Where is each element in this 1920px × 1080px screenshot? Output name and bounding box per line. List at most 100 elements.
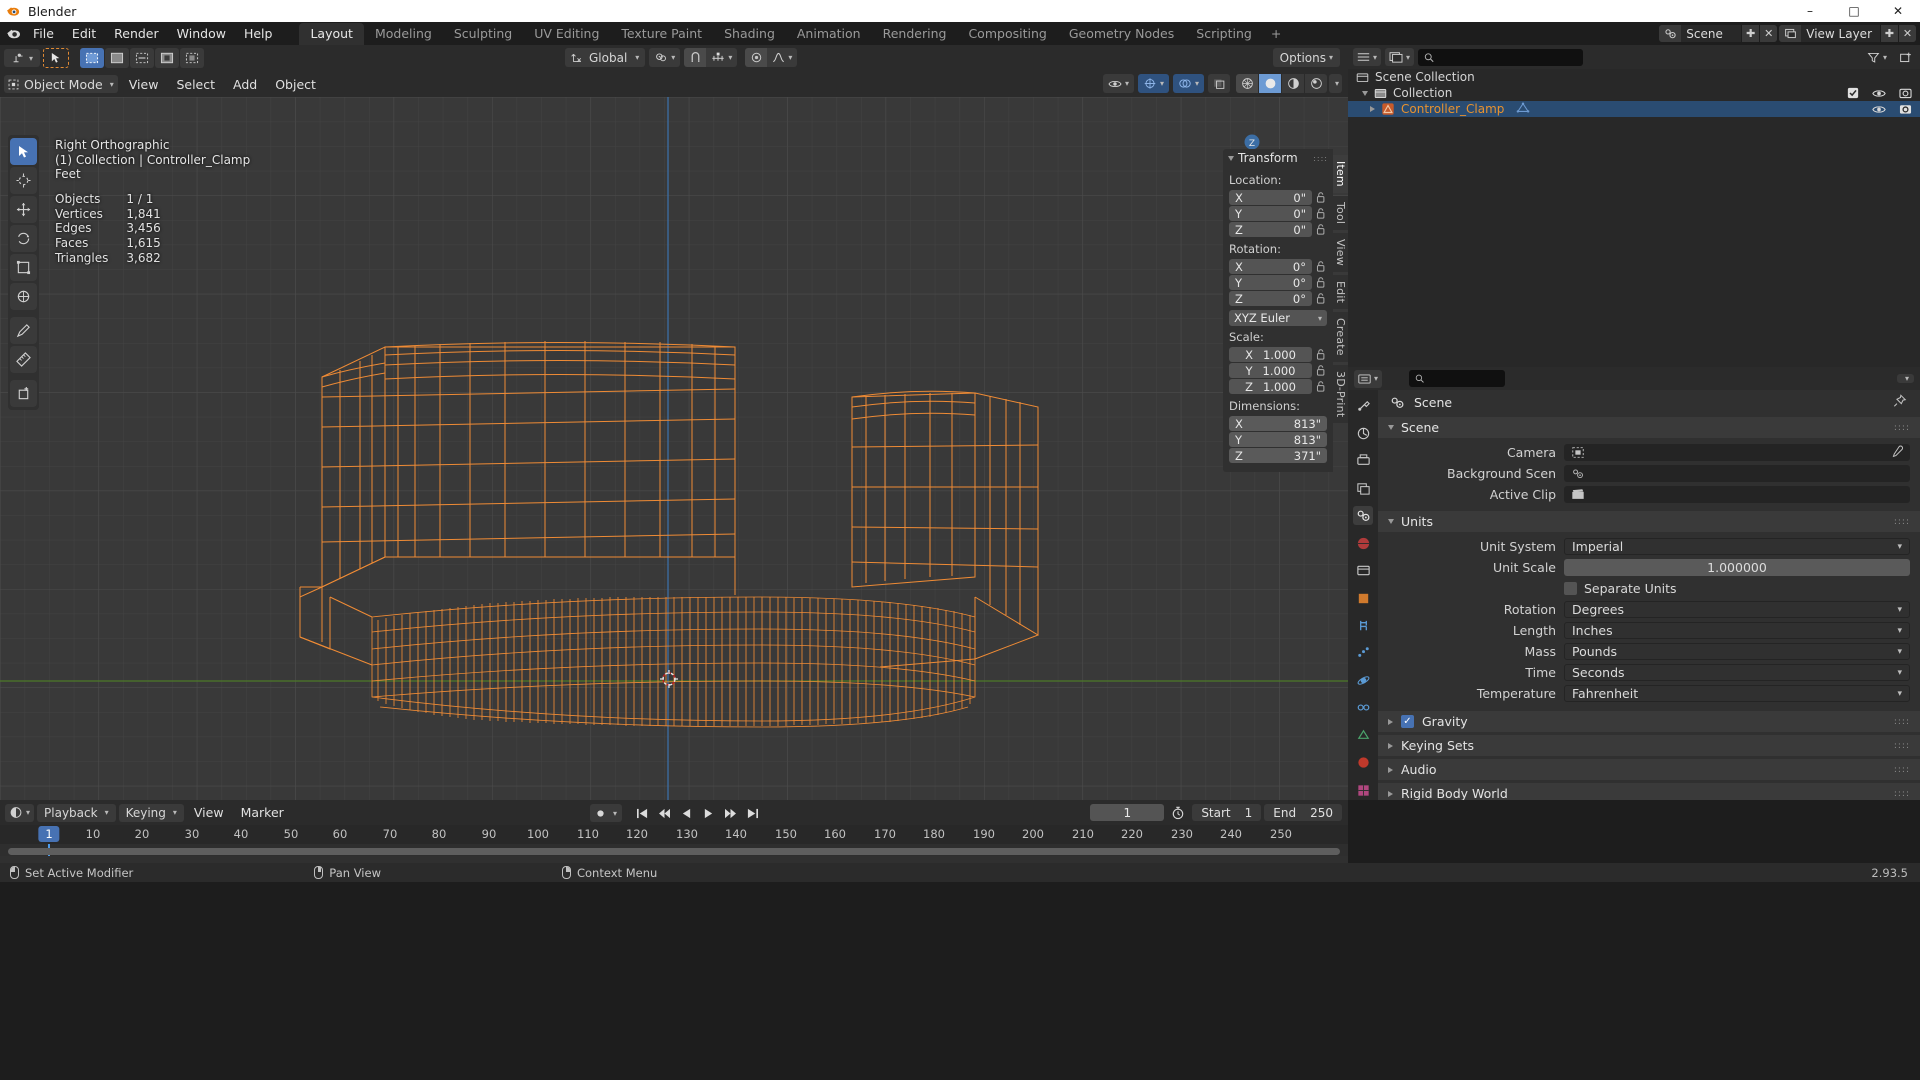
sidebar-tab-create[interactable]: Create	[1333, 312, 1348, 362]
shading-rendered-icon[interactable]	[1305, 74, 1327, 93]
rotation-x-field[interactable]: X0°	[1229, 259, 1312, 274]
outliner-row-controller-clamp[interactable]: Controller_Clamp	[1348, 101, 1920, 117]
gizmo-toggle[interactable]: ▾	[1138, 74, 1169, 93]
collection-expand-arrow-icon[interactable]	[1362, 91, 1368, 96]
properties-tab-data[interactable]	[1353, 726, 1373, 745]
pivot-point-dropdown[interactable]: ▾	[649, 48, 680, 67]
outliner-row-collection[interactable]: Collection	[1348, 85, 1920, 101]
outliner-new-collection-icon[interactable]	[1895, 48, 1915, 66]
sidebar-tab-edit[interactable]: Edit	[1333, 275, 1348, 309]
scale-z-field[interactable]: Z1.000	[1229, 379, 1312, 394]
workspace-tab-shading[interactable]: Shading	[713, 23, 786, 45]
viewport-menu-select[interactable]: Select	[169, 76, 222, 93]
lock-rotation-z-icon[interactable]	[1316, 292, 1327, 305]
menu-help[interactable]: Help	[235, 24, 282, 44]
previous-keyframe-button[interactable]	[654, 804, 674, 822]
prop-value-time[interactable]: Seconds▾	[1564, 664, 1910, 681]
properties-options-dropdown[interactable]: ▾	[1897, 374, 1914, 383]
use-preview-range-icon[interactable]	[1167, 804, 1189, 821]
timeline-editor-type-icon[interactable]: ▾	[5, 804, 34, 822]
properties-tab-scene[interactable]	[1353, 506, 1373, 525]
viewport-menu-add[interactable]: Add	[226, 76, 264, 93]
xray-toggle[interactable]	[1208, 74, 1230, 93]
shading-material-icon[interactable]	[1282, 74, 1304, 93]
dimensions-x-field[interactable]: X813"	[1229, 416, 1327, 431]
active-tool-icon[interactable]: ▾	[4, 49, 40, 67]
visibility-dropdown[interactable]: ▾	[1103, 74, 1134, 93]
properties-tab-particles[interactable]	[1353, 643, 1373, 662]
outliner-filter-icon[interactable]: ▾	[1863, 48, 1891, 66]
viewport-menu-view[interactable]: View	[122, 76, 166, 93]
tool-cursor[interactable]	[10, 167, 37, 194]
select-subtract-icon[interactable]	[130, 48, 154, 68]
location-z-field[interactable]: Z0"	[1229, 222, 1312, 237]
timeline-menu-marker[interactable]: Marker	[234, 804, 291, 821]
minimize-button[interactable]: –	[1788, 0, 1832, 22]
location-x-field[interactable]: X0"	[1229, 190, 1312, 205]
properties-tab-world[interactable]	[1353, 533, 1373, 552]
timeline-menu-playback[interactable]: Playback▾	[37, 804, 116, 822]
panel-header-keying-sets[interactable]: Keying Sets ::::	[1378, 735, 1920, 756]
tool-scale[interactable]	[10, 254, 37, 281]
proportional-editing-icon[interactable]	[745, 48, 767, 67]
lock-scale-x-icon[interactable]	[1316, 348, 1327, 361]
jump-to-start-button[interactable]	[632, 804, 652, 822]
workspace-tab-scripting[interactable]: Scripting	[1185, 23, 1263, 45]
menu-window[interactable]: Window	[168, 24, 235, 44]
frame-end-field[interactable]: End 250	[1264, 804, 1342, 821]
workspace-tab-sculpting[interactable]: Sculpting	[443, 23, 523, 45]
snap-options-dropdown[interactable]: ▾	[706, 48, 737, 67]
tool-measure[interactable]	[10, 346, 37, 373]
properties-editor-type-icon[interactable]: ▾	[1354, 370, 1382, 388]
new-scene-button[interactable]: ✚	[1741, 25, 1759, 42]
checkbox-icon[interactable]	[1847, 87, 1859, 99]
tool-transform[interactable]	[10, 283, 37, 310]
workspace-tab-layout[interactable]: Layout	[299, 23, 364, 45]
new-view-layer-button[interactable]: ✚	[1880, 25, 1898, 42]
tool-annotate[interactable]	[10, 317, 37, 344]
properties-tab-object[interactable]	[1353, 588, 1373, 607]
properties-tab-physics[interactable]	[1353, 671, 1373, 690]
lock-rotation-x-icon[interactable]	[1316, 260, 1327, 273]
lock-location-z-icon[interactable]	[1316, 223, 1327, 236]
transform-orientation-dropdown[interactable]: Global ▾	[565, 48, 645, 67]
timeline-menu-keying[interactable]: Keying▾	[119, 804, 184, 822]
viewport-menu-object[interactable]: Object	[268, 76, 323, 93]
shading-options-dropdown[interactable]: ▾	[1329, 74, 1342, 93]
panel-header-audio[interactable]: Audio ::::	[1378, 759, 1920, 780]
prop-value-camera[interactable]	[1564, 444, 1910, 461]
timeline-body[interactable]	[0, 844, 1348, 856]
lock-rotation-y-icon[interactable]	[1316, 276, 1327, 289]
workspace-tab-texture-paint[interactable]: Texture Paint	[610, 23, 713, 45]
tool-rotate[interactable]	[10, 225, 37, 252]
shading-solid-icon[interactable]	[1259, 74, 1281, 93]
rotation-z-field[interactable]: Z0°	[1229, 291, 1312, 306]
view-layer-selector[interactable]: View Layer ✚ ✕	[1779, 25, 1916, 42]
select-mode-tweak[interactable]	[43, 48, 69, 68]
outliner-display-mode-dropdown[interactable]: ▾	[1385, 48, 1414, 66]
falloff-type-dropdown[interactable]: ▾	[767, 48, 797, 67]
playhead-frame-badge[interactable]: 1	[38, 826, 59, 842]
panel-header-rigid-body-world[interactable]: Rigid Body World ::::	[1378, 783, 1920, 800]
prop-value-unit-system[interactable]: Imperial▾	[1564, 538, 1910, 555]
select-invert-icon[interactable]	[155, 48, 179, 68]
overlays-toggle[interactable]: ▾	[1173, 74, 1204, 93]
auto-keying-toggle[interactable]: ▾	[590, 804, 622, 822]
workspace-tab-modeling[interactable]: Modeling	[364, 23, 443, 45]
maximize-button[interactable]: □	[1832, 0, 1876, 22]
properties-search[interactable]	[1409, 370, 1505, 387]
mesh-data-icon[interactable]	[1516, 102, 1530, 117]
scale-x-field[interactable]: X1.000	[1229, 347, 1312, 362]
properties-tab-constraints[interactable]	[1353, 698, 1373, 717]
rotation-y-field[interactable]: Y0°	[1229, 275, 1312, 290]
next-keyframe-button[interactable]	[720, 804, 740, 822]
frame-start-field[interactable]: Start 1	[1192, 804, 1261, 821]
camera-render-icon[interactable]	[1899, 87, 1912, 99]
prop-value-length[interactable]: Inches▾	[1564, 622, 1910, 639]
lock-location-y-icon[interactable]	[1316, 207, 1327, 220]
object-expand-arrow-icon[interactable]	[1370, 106, 1375, 112]
current-frame-field[interactable]: 1	[1090, 804, 1164, 821]
eye-icon[interactable]	[1872, 88, 1886, 99]
eyedropper-icon[interactable]	[1891, 445, 1904, 461]
gravity-checkbox[interactable]: ✓	[1401, 715, 1414, 728]
